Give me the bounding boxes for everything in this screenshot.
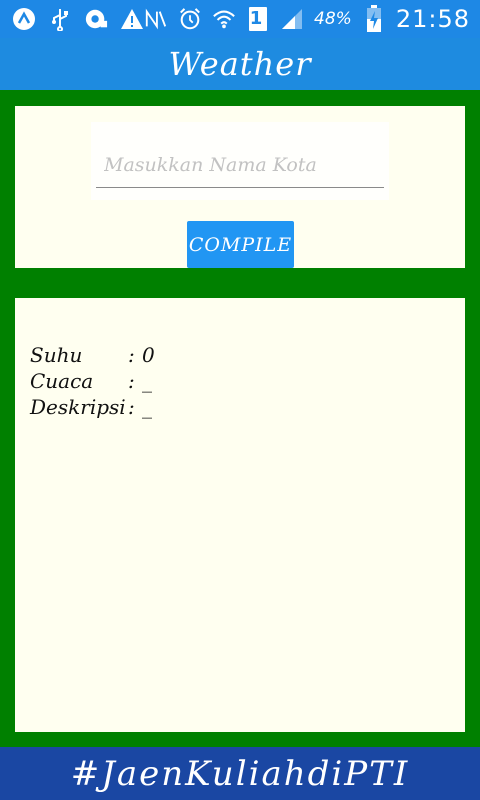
app-circle-icon xyxy=(12,7,36,31)
battery-percent: 48% xyxy=(314,9,352,29)
suhu-separator: : xyxy=(128,343,135,367)
status-bar: 1 48% 21:58 xyxy=(0,0,480,38)
cuaca-separator: : xyxy=(128,369,135,393)
deskripsi-label: Deskripsi xyxy=(30,395,126,419)
sim-1-icon: 1 xyxy=(246,7,270,31)
cuaca-value: _ xyxy=(142,369,152,393)
footer-hashtag: #JaenKuliahdiPTI xyxy=(70,753,410,794)
signal-icon xyxy=(280,7,304,31)
screen-record-icon xyxy=(84,7,108,31)
footer-banner: #JaenKuliahdiPTI xyxy=(0,747,480,800)
weather-info: Suhu : 0 Cuaca : _ Deskripsi : _ xyxy=(30,342,155,420)
alarm-icon xyxy=(178,7,202,31)
compile-button[interactable]: COMPILE xyxy=(187,221,294,268)
sim-slot-number: 1 xyxy=(249,8,263,29)
suhu-row: Suhu : 0 xyxy=(30,342,155,368)
result-card: Suhu : 0 Cuaca : _ Deskripsi : _ xyxy=(15,298,465,732)
deskripsi-value: _ xyxy=(142,395,152,419)
status-left-icons xyxy=(12,7,144,31)
battery-charging-icon xyxy=(362,5,386,32)
search-card: COMPILE xyxy=(15,106,465,268)
usb-icon xyxy=(48,7,72,31)
nfc-icon xyxy=(144,7,168,31)
suhu-label: Suhu xyxy=(30,343,83,367)
app-bar: Weather xyxy=(0,38,480,90)
cuaca-row: Cuaca : _ xyxy=(30,368,155,394)
deskripsi-row: Deskripsi : _ xyxy=(30,394,155,420)
app-title: Weather xyxy=(168,45,312,83)
wifi-icon xyxy=(212,7,236,31)
suhu-value: 0 xyxy=(142,343,155,367)
cuaca-label: Cuaca xyxy=(30,369,94,393)
warning-icon xyxy=(120,7,144,31)
status-right-icons: 1 48% 21:58 xyxy=(144,5,470,33)
city-input[interactable] xyxy=(96,142,384,188)
deskripsi-separator: : xyxy=(128,395,135,419)
city-input-container xyxy=(91,122,389,200)
clock: 21:58 xyxy=(395,5,470,33)
